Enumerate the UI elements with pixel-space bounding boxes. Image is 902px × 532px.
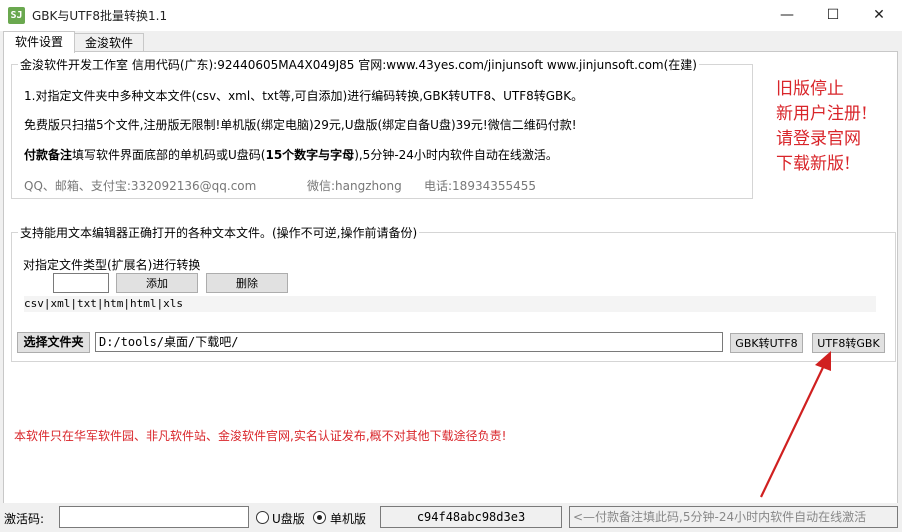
info-line-3-end: ),5分钟-24小时内软件自动在线激活。 [354,148,558,162]
convert-legend: 支持能用文本编辑器正确打开的各种文本文件。(操作不可逆,操作前请备份) [20,226,418,240]
contact-wechat: 微信:hangzhong [307,179,402,193]
arrow-shaft [760,358,828,498]
activation-code-input[interactable] [59,506,249,528]
notice-line-1: 旧版停止 [776,79,844,99]
info-line-3-bold: 付款备注 [24,148,73,162]
arrow-icon [760,351,831,498]
activation-bar: 激活码: U盘版 单机版 c94f48abc98d3e3 <—付款备注填此码,5… [0,503,902,532]
payment-hint-field: <—付款备注填此码,5分钟-24小时内软件自动在线激活 [569,506,898,528]
usb-version-radio[interactable] [256,511,269,524]
standalone-version-radio[interactable] [313,511,326,524]
close-button[interactable]: ✕ [856,0,902,31]
contact-phone: 电话:18934355455 [424,179,537,193]
info-line-3-bold-2: 15个数字与字母 [265,148,355,162]
extension-list[interactable]: csv|xml|txt|htm|html|xls [24,296,876,312]
notice-line-2: 新用户注册! [776,104,868,124]
activation-label: 激活码: [4,512,45,526]
window-title: GBK与UTF8批量转换1.1 [32,9,168,23]
standalone-version-label: 单机版 [330,512,367,526]
old-version-notice: 旧版停止 新用户注册! 请登录官网 下载新版! [776,77,868,177]
tab-jinjun-software[interactable]: 金浚软件 [74,33,144,52]
notice-line-3: 请登录官网 [776,129,861,149]
usb-version-label: U盘版 [272,512,305,526]
app-window: SJ GBK与UTF8批量转换1.1 — ☐ ✕ 软件设置 金浚软件 金浚软件开… [0,0,902,532]
ext-label: 对指定文件类型(扩展名)进行转换 [23,258,201,272]
info-line-2: 免费版只扫描5个文件,注册版无限制!单机版(绑定电脑)29元,U盘版(绑定自备U… [24,118,577,132]
contact-qq: QQ、邮箱、支付宝:332092136@qq.com [24,179,257,193]
distribution-notice: 本软件只在华军软件园、非凡软件站、金浚软件官网,实名认证发布,概不对其他下载途径… [14,429,507,443]
extension-input[interactable] [53,273,109,293]
app-icon: SJ [8,7,25,24]
minimize-button[interactable]: — [764,0,810,31]
maximize-button[interactable]: ☐ [810,0,856,31]
delete-button[interactable]: 删除 [206,273,288,293]
select-folder-button[interactable]: 选择文件夹 [17,332,90,353]
machine-code-field[interactable]: c94f48abc98d3e3 [380,506,562,528]
settings-panel: 金浚软件开发工作室 信用代码(广东):92440605MA4X049J85 官网… [3,51,898,505]
info-legend: 金浚软件开发工作室 信用代码(广东):92440605MA4X049J85 官网… [20,58,697,72]
folder-path-input[interactable]: D:/tools/桌面/下载吧/ [95,332,723,352]
add-button[interactable]: 添加 [116,273,198,293]
info-line-1: 1.对指定文件夹中多种文本文件(csv、xml、txt等,可自添加)进行编码转换… [24,89,584,103]
tab-settings[interactable]: 软件设置 [3,31,75,53]
info-line-3: 付款备注填写软件界面底部的单机码或U盘码(15个数字与字母),5分钟-24小时内… [24,146,558,163]
info-line-3-rest: 填写软件界面底部的单机码或U盘码( [72,148,266,162]
arrow-head [815,351,831,371]
notice-line-4: 下载新版! [776,154,851,174]
title-bar: SJ GBK与UTF8批量转换1.1 — ☐ ✕ [0,0,902,31]
